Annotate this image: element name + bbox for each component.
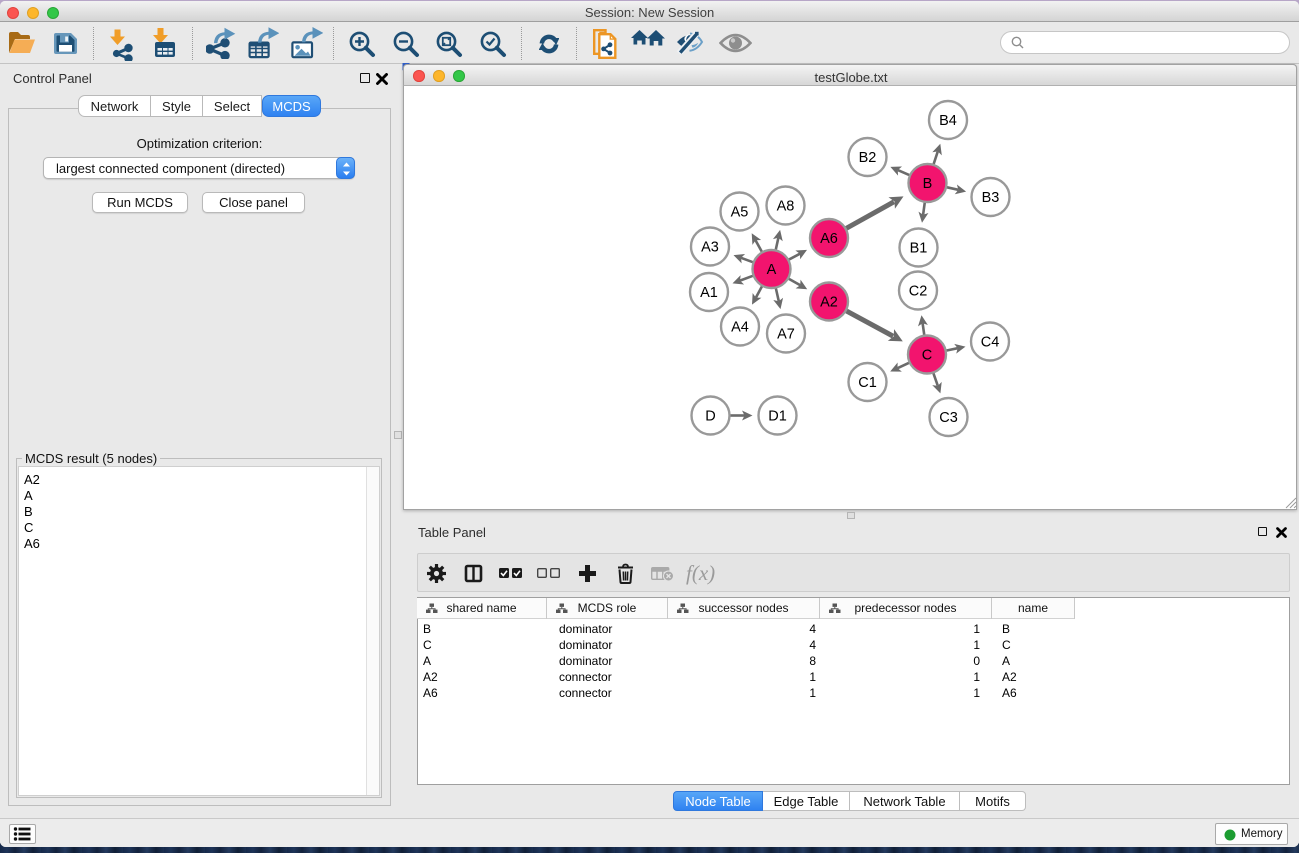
svg-text:B4: B4 bbox=[939, 113, 957, 129]
svg-text:A7: A7 bbox=[777, 327, 795, 343]
svg-text:A4: A4 bbox=[731, 320, 749, 336]
svg-text:A: A bbox=[767, 262, 777, 278]
svg-text:C: C bbox=[922, 348, 932, 364]
svg-text:A6: A6 bbox=[820, 231, 838, 247]
svg-text:A1: A1 bbox=[700, 285, 718, 301]
svg-text:B2: B2 bbox=[859, 150, 877, 166]
svg-text:A3: A3 bbox=[701, 240, 719, 256]
svg-text:A8: A8 bbox=[777, 199, 795, 215]
svg-text:D: D bbox=[705, 409, 715, 425]
svg-text:C2: C2 bbox=[909, 284, 928, 300]
svg-text:C4: C4 bbox=[981, 335, 1000, 351]
svg-text:B3: B3 bbox=[982, 190, 1000, 206]
svg-text:D1: D1 bbox=[768, 409, 787, 425]
svg-text:C1: C1 bbox=[858, 375, 877, 391]
svg-text:B: B bbox=[923, 176, 933, 192]
svg-text:C3: C3 bbox=[939, 410, 958, 426]
svg-text:A2: A2 bbox=[820, 295, 838, 311]
svg-text:B1: B1 bbox=[910, 241, 928, 257]
svg-text:A5: A5 bbox=[731, 205, 749, 221]
